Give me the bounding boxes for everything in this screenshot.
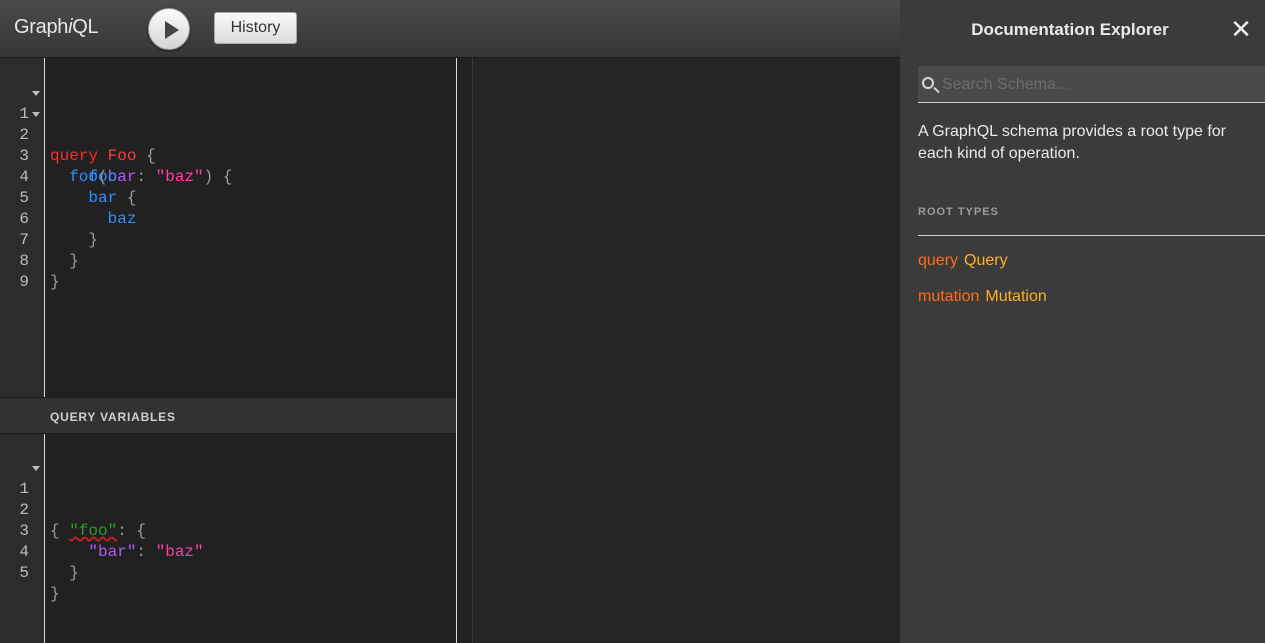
punctuation-token: } bbox=[69, 564, 79, 582]
code-line: 8 } bbox=[0, 230, 456, 291]
code-line: 5 } bbox=[0, 542, 456, 603]
search-input[interactable] bbox=[942, 74, 1262, 96]
code-line: 4 bar { bbox=[0, 146, 456, 207]
punctuation-token: } bbox=[50, 585, 60, 603]
editor-resize-handle[interactable] bbox=[456, 58, 473, 643]
graphiql-logo: GraphiQL bbox=[14, 16, 99, 39]
code-line: 1 { bbox=[0, 458, 456, 540]
history-button[interactable]: History bbox=[214, 12, 297, 44]
code-line: 4 } bbox=[0, 521, 456, 582]
fold-arrow-icon[interactable] bbox=[32, 91, 40, 96]
query-variables-title: QUERY VARIABLES bbox=[50, 410, 176, 424]
code-line: 6 } bbox=[0, 188, 456, 249]
code-line: 3 foo bbox=[0, 125, 456, 186]
docs-title: Documentation Explorer bbox=[971, 20, 1169, 39]
documentation-explorer: Documentation Explorer ✕ A GraphQL schem… bbox=[900, 0, 1265, 643]
line-number: 9 bbox=[19, 273, 29, 291]
result-pane-toolbar bbox=[473, 0, 900, 58]
variables-editor[interactable]: 1 { 2 "foo": { 3 "bar": "baz" 4 } 5 } bbox=[0, 434, 456, 643]
fold-arrow-icon[interactable] bbox=[32, 112, 40, 117]
schema-description: A GraphQL schema provides a root type fo… bbox=[918, 123, 1227, 162]
code-line: 5 baz bbox=[0, 167, 456, 228]
result-pane[interactable] bbox=[473, 0, 900, 643]
play-icon bbox=[165, 21, 179, 39]
root-type-link[interactable]: Mutation bbox=[985, 288, 1046, 305]
section-divider bbox=[918, 235, 1265, 236]
query-editor[interactable]: 1 query Foo { 2 foo(bar: "baz") { 3 foo … bbox=[0, 58, 456, 397]
code-line: 9 bbox=[0, 251, 456, 291]
close-icon[interactable]: ✕ bbox=[1230, 16, 1252, 42]
query-variables-header[interactable]: QUERY VARIABLES bbox=[0, 397, 456, 434]
root-type-mutation: mutation Mutation bbox=[918, 288, 1047, 306]
root-type-link[interactable]: Query bbox=[964, 252, 1008, 269]
line-number: 5 bbox=[19, 564, 29, 582]
root-type-query: query Query bbox=[918, 252, 1008, 270]
execute-query-button[interactable] bbox=[148, 8, 190, 50]
code-line: 3 "bar": "baz" bbox=[0, 500, 456, 561]
root-type-keyword[interactable]: mutation bbox=[918, 288, 979, 305]
search-box[interactable] bbox=[918, 66, 1265, 103]
search-icon bbox=[922, 77, 934, 89]
variables-code[interactable]: 1 { 2 "foo": { 3 "bar": "baz" 4 } 5 } bbox=[0, 458, 456, 603]
root-types-title: ROOT TYPES bbox=[918, 206, 999, 218]
root-type-keyword[interactable]: query bbox=[918, 252, 958, 269]
query-code[interactable]: 1 query Foo { 2 foo(bar: "baz") { 3 foo … bbox=[0, 83, 456, 291]
code-line: 2 foo(bar: "baz") { bbox=[0, 104, 456, 186]
code-line: 1 query Foo { bbox=[0, 83, 456, 165]
code-line: 7 } bbox=[0, 209, 456, 270]
logo-pre: Graph bbox=[14, 16, 69, 38]
fold-arrow-icon[interactable] bbox=[32, 466, 40, 471]
code-line: 2 "foo": { bbox=[0, 479, 456, 540]
logo-post: QL bbox=[72, 16, 99, 38]
